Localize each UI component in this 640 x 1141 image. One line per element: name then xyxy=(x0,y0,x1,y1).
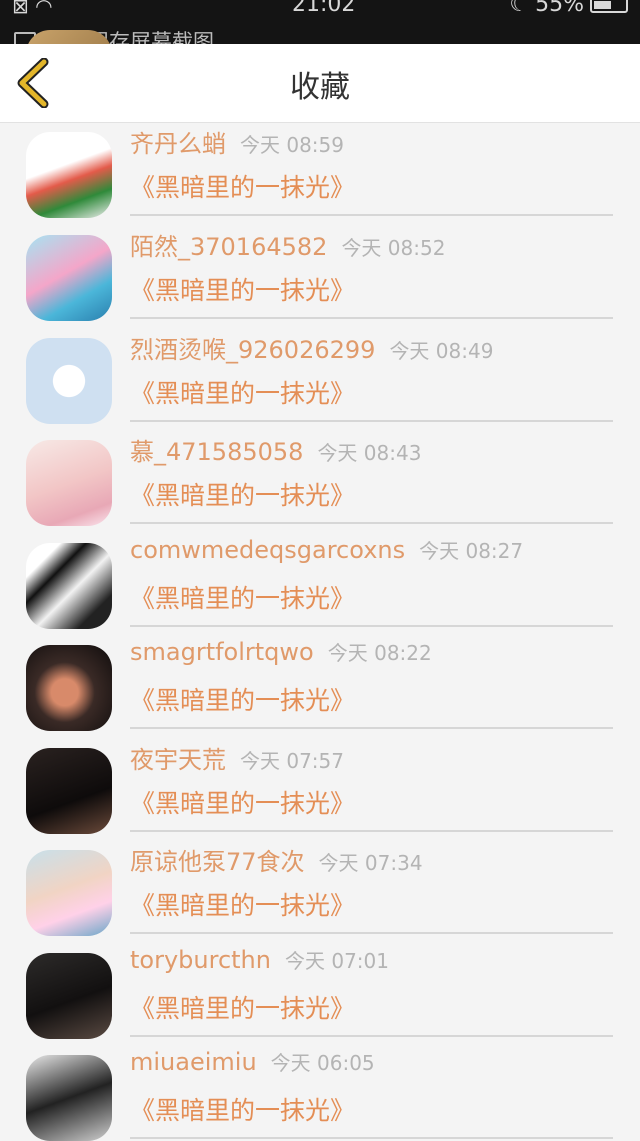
timestamp: 今天 08:22 xyxy=(327,641,432,665)
user-name: 夜宇天荒 xyxy=(130,746,226,774)
list-item[interactable]: 烈酒烫喉_926026299 今天 08:49 《黑暗里的一抹光》 xyxy=(0,322,640,424)
divider xyxy=(130,1035,613,1037)
divider xyxy=(130,420,613,422)
book-title: 《黑暗里的一抹光》 xyxy=(130,173,356,202)
user-name: smagrtfolrtqwo xyxy=(130,638,314,666)
item-meta: 齐丹么蛸 今天 08:59 xyxy=(130,124,614,159)
item-meta: 夜宇天荒 今天 07:57 xyxy=(130,740,614,775)
book-title: 《黑暗里的一抹光》 xyxy=(130,379,356,408)
timestamp: 今天 08:27 xyxy=(419,539,524,563)
user-name: 原谅他泵77食次 xyxy=(130,848,305,876)
book-title: 《黑暗里的一抹光》 xyxy=(130,891,356,920)
item-meta: 陌然_370164582 今天 08:52 xyxy=(130,227,614,262)
divider xyxy=(130,1137,613,1139)
user-name: 慕_471585058 xyxy=(130,438,304,466)
timestamp: 今天 08:49 xyxy=(389,339,494,363)
list-item[interactable]: 慕_471585058 今天 08:43 《黑暗里的一抹光》 xyxy=(0,424,640,526)
book-title: 《黑暗里的一抹光》 xyxy=(130,481,356,510)
timestamp: 今天 07:57 xyxy=(240,749,344,773)
avatar[interactable] xyxy=(26,235,112,321)
avatar[interactable] xyxy=(26,132,112,218)
book-title: 《黑暗里的一抹光》 xyxy=(130,686,356,715)
book-title: 《黑暗里的一抹光》 xyxy=(130,789,356,818)
avatar[interactable] xyxy=(26,953,112,1039)
list-item[interactable]: 原谅他泵77食次 今天 07:34 《黑暗里的一抹光》 xyxy=(0,834,640,936)
user-name: toryburcthn xyxy=(130,946,271,974)
nav-bar: 收藏 xyxy=(0,44,640,123)
divider xyxy=(130,625,613,627)
divider xyxy=(130,932,613,934)
item-meta: 原谅他泵77食次 今天 07:34 xyxy=(130,842,614,877)
avatar[interactable] xyxy=(26,543,112,629)
item-meta: toryburcthn 今天 07:01 xyxy=(130,945,614,974)
user-name: comwmedeqsgarcoxns xyxy=(130,536,406,564)
list-item[interactable]: 夜宇天荒 今天 07:57 《黑暗里的一抹光》 xyxy=(0,732,640,834)
timestamp: 今天 08:43 xyxy=(317,441,422,465)
item-meta: miuaeimiu 今天 06:05 xyxy=(130,1047,614,1076)
item-meta: comwmedeqsgarcoxns 今天 08:27 xyxy=(130,535,614,564)
list-item[interactable]: comwmedeqsgarcoxns 今天 08:27 《黑暗里的一抹光》 xyxy=(0,527,640,629)
list-item[interactable]: 齐丹么蛸 今天 08:59 《黑暗里的一抹光》 xyxy=(0,116,640,218)
item-meta: 烈酒烫喉_926026299 今天 08:49 xyxy=(130,330,614,365)
book-title: 《黑暗里的一抹光》 xyxy=(130,276,356,305)
timestamp: 今天 08:52 xyxy=(341,236,446,260)
avatar[interactable] xyxy=(26,440,112,526)
avatar[interactable] xyxy=(26,645,112,731)
user-name: miuaeimiu xyxy=(130,1048,257,1076)
user-name: 烈酒烫喉_926026299 xyxy=(130,336,376,364)
divider xyxy=(130,214,613,216)
divider xyxy=(130,830,613,832)
book-title: 《黑暗里的一抹光》 xyxy=(130,994,356,1023)
timestamp: 今天 08:59 xyxy=(240,133,344,157)
book-title: 《黑暗里的一抹光》 xyxy=(130,584,356,613)
timestamp: 今天 06:05 xyxy=(270,1051,375,1075)
battery-icon xyxy=(590,0,628,13)
divider xyxy=(130,522,613,524)
avatar[interactable] xyxy=(26,338,112,424)
user-name: 齐丹么蛸 xyxy=(130,130,226,158)
divider xyxy=(130,317,613,319)
list-item[interactable]: miuaeimiu 今天 06:05 《黑暗里的一抹光》 xyxy=(0,1039,640,1141)
timestamp: 今天 07:34 xyxy=(318,851,423,875)
page-title: 收藏 xyxy=(290,70,350,105)
avatar[interactable] xyxy=(26,748,112,834)
item-meta: smagrtfolrtqwo 今天 08:22 xyxy=(130,637,614,666)
divider xyxy=(130,727,613,729)
avatar[interactable] xyxy=(26,850,112,936)
user-name: 陌然_370164582 xyxy=(130,233,328,261)
timestamp: 今天 07:01 xyxy=(284,949,389,973)
list-item[interactable]: smagrtfolrtqwo 今天 08:22 《黑暗里的一抹光》 xyxy=(0,629,640,731)
book-title: 《黑暗里的一抹光》 xyxy=(130,1096,356,1125)
list-item[interactable]: 陌然_370164582 今天 08:52 《黑暗里的一抹光》 xyxy=(0,219,640,321)
item-meta: 慕_471585058 今天 08:43 xyxy=(130,432,614,467)
list-item[interactable]: toryburcthn 今天 07:01 《黑暗里的一抹光》 xyxy=(0,937,640,1039)
avatar[interactable] xyxy=(26,1055,112,1141)
